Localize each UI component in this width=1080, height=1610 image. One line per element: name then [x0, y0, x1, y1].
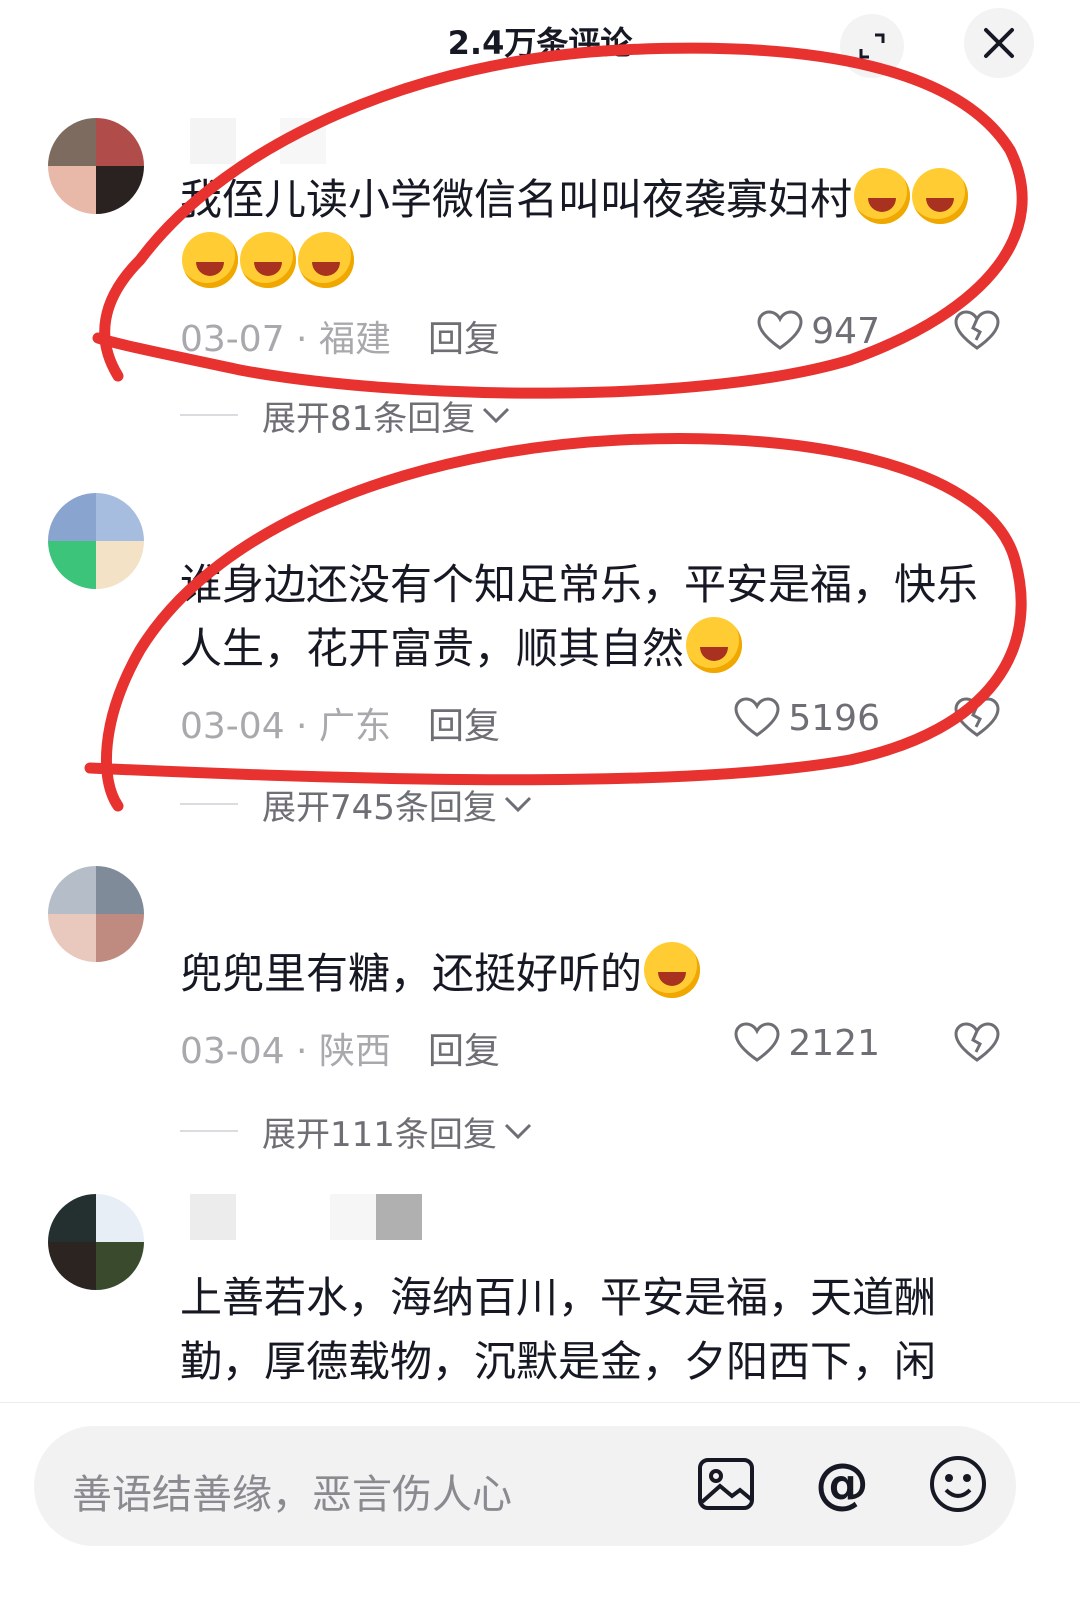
divider-line — [180, 1130, 238, 1132]
divider-line — [180, 414, 238, 416]
expand-replies[interactable]: 展开745条回复 — [180, 779, 533, 829]
comment-text: 兜兜里有糖，还挺好听的 — [180, 942, 1000, 1006]
chevron-down-icon — [504, 1123, 531, 1140]
expand-button[interactable] — [840, 14, 904, 78]
close-button[interactable] — [964, 8, 1034, 78]
heart-icon — [757, 310, 803, 350]
comment-input-bar[interactable]: 善语结善缘，恶言伤人心 @ — [34, 1426, 1016, 1546]
comment-text-body: 上善若水，海纳百川，平安是福，天道酬勤，厚德载物，沉默是金，夕阳西下，闲 — [180, 1273, 937, 1386]
smile-emoji — [686, 617, 743, 673]
divider — [0, 1402, 1080, 1403]
comment-text-body: 兜兜里有糖，还挺好听的 — [180, 949, 643, 998]
avatar[interactable] — [48, 866, 144, 962]
comment-item: 谁身边还没有个知足常乐，平安是福，快乐人生，花开富贵，顺其自然 03-04 · … — [0, 493, 1080, 833]
username[interactable] — [190, 1194, 430, 1240]
comment-meta: 03-07 · 福建 回复 947 — [180, 310, 1020, 360]
like-count: 5196 — [788, 697, 880, 739]
dislike-button[interactable] — [954, 1022, 1000, 1073]
grin-emoji — [644, 942, 701, 998]
expand-replies[interactable]: 展开81条回复 — [180, 390, 511, 440]
comments-header: 2.4万条评论 — [0, 0, 1080, 86]
reply-button[interactable]: 回复 — [428, 697, 500, 749]
laugh-cry-emoji — [912, 168, 969, 224]
expand-icon — [859, 33, 885, 59]
comment-text: 上善若水，海纳百川，平安是福，天道酬勤，厚德载物，沉默是金，夕阳西下，闲 — [180, 1266, 970, 1394]
like-button[interactable]: 2121 — [734, 1022, 880, 1064]
laugh-cry-emoji — [854, 168, 911, 224]
broken-heart-icon — [954, 697, 1000, 737]
username[interactable] — [190, 118, 330, 164]
comment-text: 我侄儿读小学微信名叫叫夜袭寡妇村 — [180, 168, 1000, 296]
comment-date-location: 03-07 · 福建 — [180, 319, 391, 360]
dislike-button[interactable] — [954, 310, 1000, 361]
laugh-cry-emoji — [240, 232, 296, 288]
broken-heart-icon — [954, 1022, 1000, 1062]
expand-replies-label: 展开745条回复 — [262, 787, 497, 828]
comment-item: 上善若水，海纳百川，平安是福，天道酬勤，厚德载物，沉默是金，夕阳西下，闲 — [0, 1194, 1080, 1402]
laugh-cry-emoji — [182, 232, 238, 288]
broken-heart-icon — [954, 310, 1000, 350]
avatar[interactable] — [48, 493, 144, 589]
reply-button[interactable]: 回复 — [428, 310, 500, 362]
comment-text-body: 我侄儿读小学微信名叫叫夜袭寡妇村 — [180, 175, 853, 224]
comments-count-title: 2.4万条评论 — [447, 24, 633, 62]
comment-meta: 03-04 · 广东 回复 5196 — [180, 697, 1020, 747]
close-icon — [984, 28, 1014, 58]
comment-item: 兜兜里有糖，还挺好听的 03-04 · 陕西 回复 2121 展开111条回复 — [0, 866, 1080, 1166]
reply-button[interactable]: 回复 — [428, 1022, 500, 1074]
chevron-down-icon — [504, 796, 531, 813]
expand-replies-label: 展开81条回复 — [262, 398, 476, 439]
comment-input-placeholder[interactable]: 善语结善缘，恶言伤人心 — [72, 1462, 512, 1520]
expand-replies[interactable]: 展开111条回复 — [180, 1106, 533, 1156]
image-icon[interactable] — [694, 1452, 758, 1516]
avatar[interactable] — [48, 1194, 144, 1290]
comment-date-location: 03-04 · 陕西 — [180, 1031, 391, 1072]
comment-meta: 03-04 · 陕西 回复 2121 — [180, 1022, 1020, 1072]
avatar[interactable] — [48, 118, 144, 214]
heart-icon — [734, 697, 780, 737]
comment-date-location: 03-04 · 广东 — [180, 706, 391, 747]
emoji-icon[interactable] — [926, 1452, 990, 1516]
divider-line — [180, 803, 238, 805]
comment-text-body: 谁身边还没有个知足常乐，平安是福，快乐人生，花开富贵，顺其自然 — [180, 560, 979, 673]
dislike-button[interactable] — [954, 697, 1000, 748]
cute-face-emoji — [298, 232, 354, 288]
like-button[interactable]: 5196 — [734, 697, 880, 739]
chevron-down-icon — [483, 407, 510, 424]
comment-text: 谁身边还没有个知足常乐，平安是福，快乐人生，花开富贵，顺其自然 — [180, 553, 1000, 681]
like-count: 2121 — [788, 1022, 880, 1064]
heart-icon — [734, 1022, 780, 1062]
like-button[interactable]: 947 — [757, 310, 880, 352]
comment-item: 我侄儿读小学微信名叫叫夜袭寡妇村 03-07 · 福建 回复 947 展开81条… — [0, 118, 1080, 458]
like-count: 947 — [811, 310, 880, 352]
svg-text:@: @ — [815, 1452, 869, 1515]
mention-icon[interactable]: @ — [810, 1452, 874, 1516]
expand-replies-label: 展开111条回复 — [262, 1114, 497, 1155]
